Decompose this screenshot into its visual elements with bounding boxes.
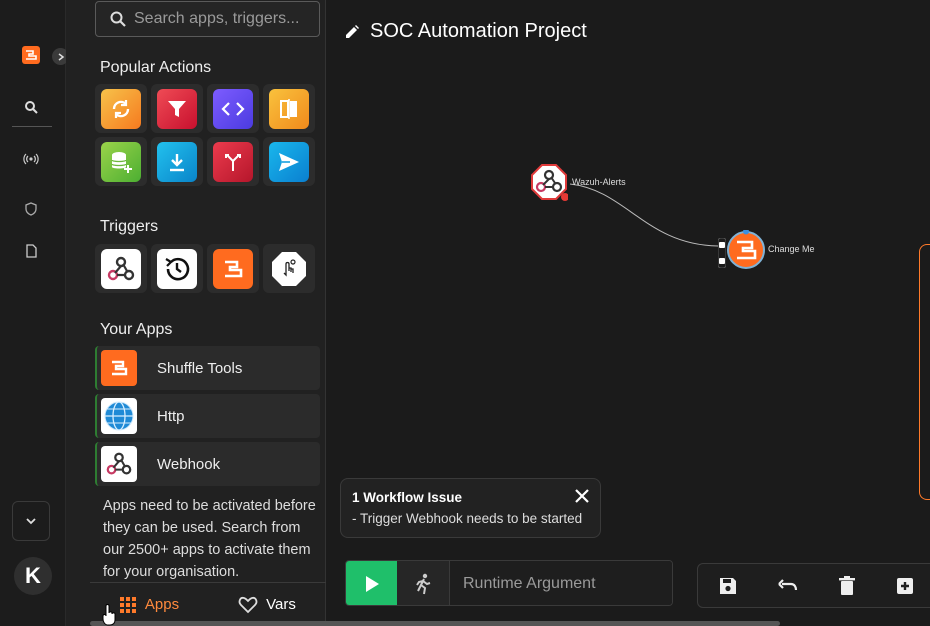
horizontal-scrollbar[interactable] bbox=[90, 621, 780, 626]
add-button[interactable] bbox=[877, 576, 930, 596]
workflow-header: SOC Automation Project bbox=[344, 20, 587, 43]
trigger-tile-schedule[interactable] bbox=[151, 244, 203, 293]
add-box-icon bbox=[897, 577, 914, 594]
undo-icon bbox=[778, 578, 798, 590]
workflow-canvas[interactable]: SOC Automation Project Wazuh-Alerts Chan… bbox=[326, 0, 930, 626]
issue-title: 1 Workflow Issue bbox=[352, 490, 463, 505]
triggers-title: Triggers bbox=[100, 218, 159, 235]
tab-vars[interactable]: Vars bbox=[208, 583, 326, 626]
tab-apps-label: Apps bbox=[144, 596, 180, 613]
avatar[interactable]: K bbox=[14, 557, 52, 595]
runtime-argument-field[interactable] bbox=[450, 561, 672, 605]
webhook-icon bbox=[101, 248, 141, 289]
send-icon bbox=[269, 141, 309, 182]
nav-rail: K bbox=[0, 0, 69, 626]
panel-tabs: Apps Vars bbox=[90, 582, 326, 626]
apps-help-text: Apps need to be activated before they ca… bbox=[103, 498, 316, 580]
side-panel-edge bbox=[919, 244, 930, 500]
action-tile-download[interactable] bbox=[151, 137, 203, 186]
globe-icon bbox=[101, 398, 137, 434]
action-tile-database[interactable] bbox=[95, 137, 147, 186]
app-root: K Popular Actions Triggers Your Apps bbox=[0, 0, 930, 626]
database-add-icon bbox=[101, 141, 141, 182]
node-label: Change Me bbox=[768, 244, 815, 254]
workflow-toolbar bbox=[697, 563, 930, 608]
compare-icon bbox=[269, 88, 309, 129]
action-tile-compare[interactable] bbox=[263, 84, 315, 133]
workflow-node-change-me[interactable] bbox=[726, 228, 766, 270]
delete-button[interactable] bbox=[817, 575, 877, 596]
close-icon[interactable] bbox=[574, 488, 590, 504]
app-item-shuffle-tools[interactable]: Shuffle Tools bbox=[95, 346, 320, 390]
app-item-http[interactable]: Http bbox=[95, 394, 320, 438]
action-tile-merge[interactable] bbox=[207, 137, 259, 186]
workflow-title: SOC Automation Project bbox=[370, 20, 587, 42]
issue-detail: - Trigger Webhook needs to be started bbox=[352, 511, 583, 526]
broadcast-icon[interactable] bbox=[22, 150, 40, 168]
nav-divider bbox=[12, 126, 52, 127]
search-input[interactable] bbox=[134, 10, 314, 28]
tab-vars-label: Vars bbox=[266, 596, 296, 613]
action-tile-code[interactable] bbox=[207, 84, 259, 133]
node-label: Wazuh-Alerts bbox=[572, 177, 626, 187]
shuffle-logo-icon bbox=[213, 248, 253, 289]
action-tile-filter[interactable] bbox=[151, 84, 203, 133]
search-box[interactable] bbox=[95, 1, 320, 37]
download-icon bbox=[157, 141, 197, 182]
document-icon[interactable] bbox=[22, 242, 40, 260]
action-tile-send[interactable] bbox=[263, 137, 315, 186]
popular-actions-grid bbox=[95, 84, 315, 186]
trigger-tile-webhook[interactable] bbox=[95, 244, 147, 293]
search-icon[interactable] bbox=[22, 98, 40, 116]
collapse-button[interactable] bbox=[12, 501, 50, 541]
chevron-down-icon bbox=[26, 518, 36, 525]
save-icon bbox=[719, 577, 736, 594]
apps-panel: Popular Actions Triggers Your Apps Shuff… bbox=[66, 0, 326, 626]
step-run-button[interactable] bbox=[397, 561, 450, 605]
triggers-grid bbox=[95, 244, 315, 293]
grid-icon bbox=[119, 596, 136, 613]
shield-icon[interactable] bbox=[22, 200, 40, 218]
action-tile-refresh[interactable] bbox=[95, 84, 147, 133]
schedule-icon bbox=[157, 248, 197, 289]
your-apps-title: Your Apps bbox=[100, 321, 173, 338]
refresh-icon bbox=[101, 88, 141, 129]
play-icon bbox=[365, 576, 379, 592]
trigger-tile-shuffle[interactable] bbox=[207, 244, 259, 293]
popular-actions-title: Popular Actions bbox=[100, 59, 212, 76]
hand-cursor-icon bbox=[102, 604, 116, 626]
app-name: Http bbox=[157, 407, 185, 425]
undo-button[interactable] bbox=[758, 578, 818, 594]
webhook-icon bbox=[531, 164, 569, 201]
merge-icon bbox=[213, 141, 253, 182]
running-person-icon bbox=[416, 573, 431, 595]
shuffle-tools-icon bbox=[101, 350, 137, 386]
trash-icon bbox=[838, 575, 855, 595]
node-handle[interactable] bbox=[717, 237, 727, 269]
code-icon bbox=[213, 88, 253, 129]
shuffle-tools-icon bbox=[727, 228, 765, 269]
run-button[interactable] bbox=[346, 561, 397, 605]
save-button[interactable] bbox=[698, 576, 758, 596]
app-name: Shuffle Tools bbox=[157, 359, 243, 377]
app-name: Webhook bbox=[157, 455, 221, 473]
user-input-icon bbox=[269, 249, 309, 289]
runtime-argument-input[interactable] bbox=[463, 575, 663, 593]
heart-icon bbox=[238, 596, 258, 613]
shuffle-logo-icon[interactable] bbox=[22, 46, 40, 64]
webhook-icon bbox=[101, 446, 137, 482]
workflow-node-webhook[interactable] bbox=[530, 163, 569, 201]
trigger-tile-user-input[interactable] bbox=[263, 244, 315, 293]
run-bar bbox=[345, 560, 673, 606]
search-icon bbox=[110, 11, 126, 27]
app-item-webhook[interactable]: Webhook bbox=[95, 442, 320, 486]
workflow-issue-toast: 1 Workflow Issue - Trigger Webhook needs… bbox=[340, 478, 601, 538]
edit-icon[interactable] bbox=[344, 24, 360, 40]
filter-icon bbox=[157, 88, 197, 129]
